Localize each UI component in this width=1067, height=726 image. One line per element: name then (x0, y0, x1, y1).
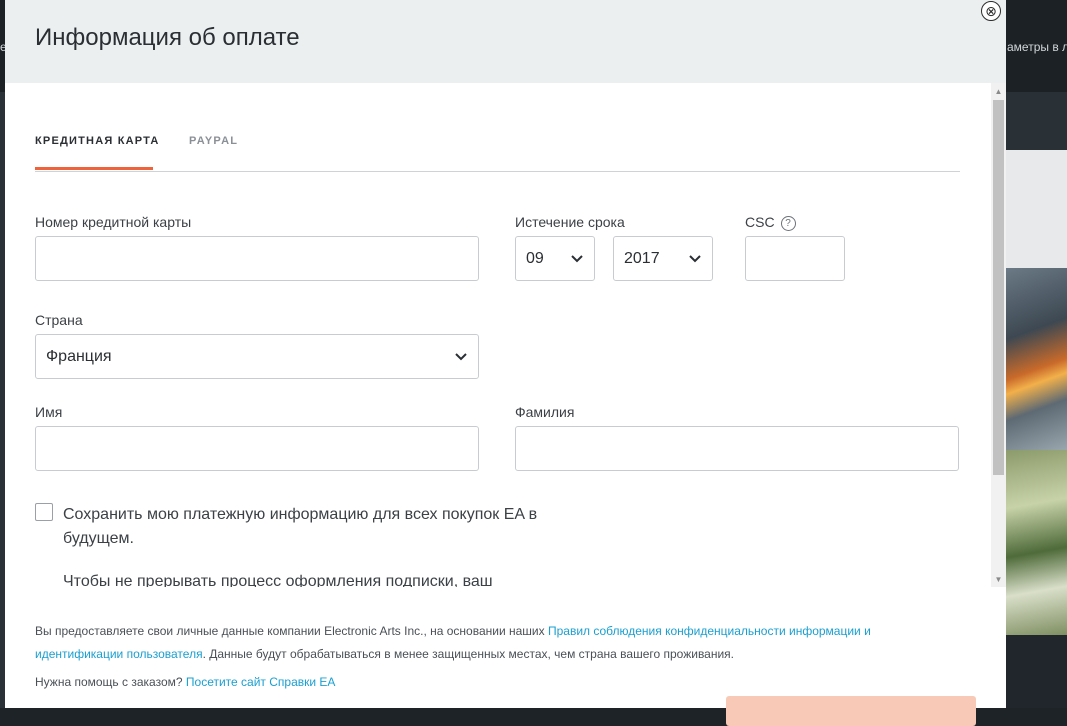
scroll-thumb[interactable] (993, 100, 1004, 475)
background-game-thumbnail (1006, 268, 1067, 450)
payment-modal: Информация об оплате КРЕДИТНАЯ КАРТА PAY… (5, 0, 1006, 726)
csc-label-group: CSC? (745, 214, 796, 231)
first-name-input[interactable] (35, 426, 479, 471)
modal-header: Информация об оплате (5, 0, 1006, 83)
help-notice: Нужна помощь с заказом? Посетите сайт Сп… (35, 675, 335, 689)
background-game-thumbnail (1006, 450, 1067, 635)
tab-paypal[interactable]: PAYPAL (189, 135, 238, 167)
csc-input[interactable] (745, 236, 845, 281)
expiry-year-value: 2017 (624, 249, 660, 267)
tab-credit-card[interactable]: КРЕДИТНАЯ КАРТА (35, 135, 160, 167)
last-name-input[interactable] (515, 426, 959, 471)
scroll-up-arrow-icon[interactable]: ▲ (991, 83, 1006, 99)
background-right-text: аметры в л (1007, 40, 1067, 54)
chevron-down-icon (571, 254, 583, 262)
background-band (1006, 92, 1067, 150)
help-prefix: Нужна помощь с заказом? (35, 675, 186, 689)
help-icon[interactable]: ? (780, 216, 796, 231)
close-icon[interactable]: ⊗ (981, 1, 1001, 21)
first-name-label: Имя (35, 404, 63, 420)
expiry-month-value: 09 (526, 249, 544, 267)
background-panel (1006, 150, 1067, 268)
card-number-label: Номер кредитной карты (35, 214, 192, 230)
chevron-down-icon (455, 352, 467, 360)
active-tab-indicator (35, 167, 153, 170)
payment-method-tabs: КРЕДИТНАЯ КАРТА PAYPAL (35, 133, 960, 172)
submit-button[interactable] (726, 696, 976, 726)
expiry-label: Истечение срока (515, 214, 625, 230)
payment-form-scroll-area[interactable]: КРЕДИТНАЯ КАРТА PAYPAL Номер кредитной к… (5, 83, 1006, 587)
card-number-input[interactable] (35, 236, 479, 281)
subscription-note: Чтобы не прерывать процесс оформления по… (63, 573, 493, 587)
save-payment-label: Сохранить мою платежную информацию для в… (63, 506, 538, 547)
save-payment-checkbox[interactable] (35, 503, 53, 521)
expiry-year-select[interactable]: 2017 (613, 236, 713, 281)
privacy-suffix: . Данные будут обрабатываться в менее за… (202, 647, 735, 661)
last-name-label: Фамилия (515, 404, 575, 420)
country-label: Страна (35, 312, 83, 328)
chevron-down-icon (689, 254, 701, 262)
expiry-month-select[interactable]: 09 (515, 236, 595, 281)
privacy-notice: Вы предоставляете свои личные данные ком… (35, 620, 915, 666)
privacy-prefix: Вы предоставляете свои личные данные ком… (35, 624, 548, 638)
scrollbar[interactable]: ▲ ▼ (991, 83, 1006, 587)
csc-label: CSC (745, 214, 775, 230)
scroll-down-arrow-icon[interactable]: ▼ (991, 571, 1006, 587)
ea-help-link[interactable]: Посетите сайт Справки EA (186, 675, 336, 689)
modal-title: Информация об оплате (35, 24, 300, 51)
modal-footer: Вы предоставляете свои личные данные ком… (5, 587, 1006, 726)
country-select[interactable]: Франция (35, 334, 479, 379)
country-value: Франция (46, 347, 112, 365)
